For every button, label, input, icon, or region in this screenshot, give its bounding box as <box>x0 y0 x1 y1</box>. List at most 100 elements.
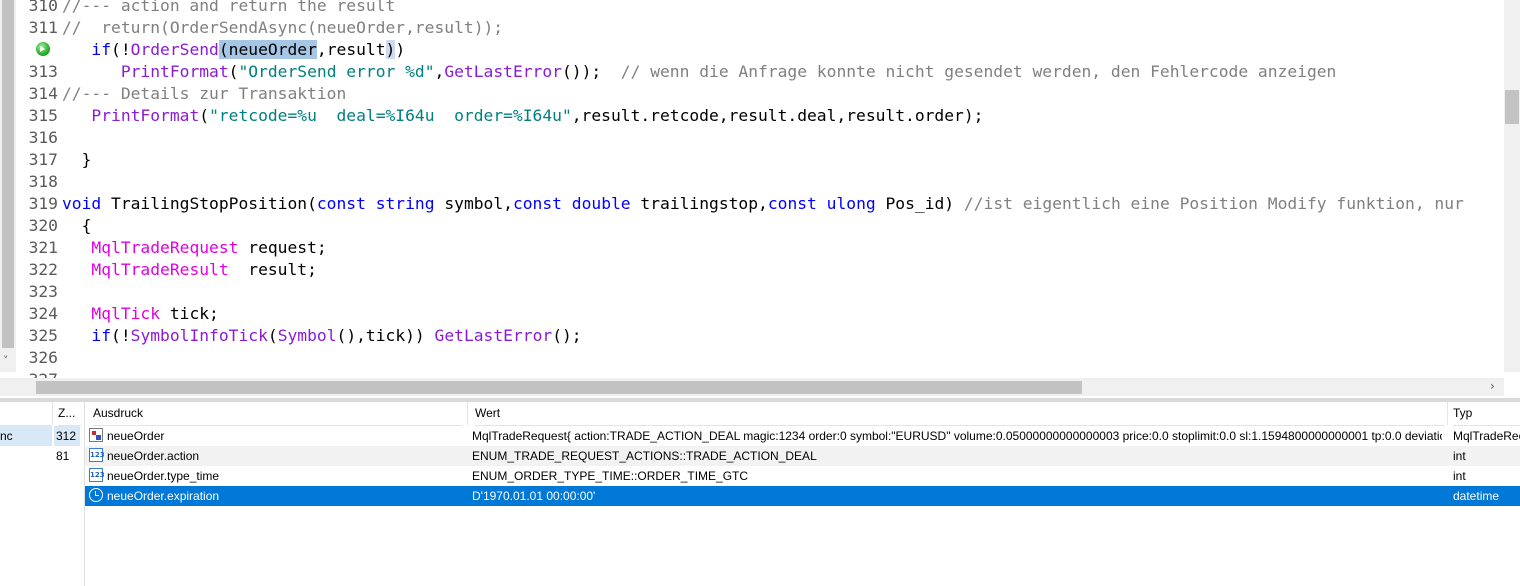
code-token: (! <box>111 40 131 59</box>
left-scrollbar-thumb[interactable] <box>2 0 14 348</box>
code-token: SymbolInfoTick <box>130 326 268 345</box>
code-area[interactable]: //--- action and return the result // ret… <box>62 0 1504 372</box>
code-token: trailingstop, <box>630 194 768 213</box>
code-token: symbol, <box>434 194 513 213</box>
code-token: } <box>62 150 92 169</box>
code-token: int <box>91 370 120 372</box>
code-token: ,result <box>316 40 386 59</box>
column-separator[interactable] <box>52 402 53 425</box>
code-editor[interactable]: 310 311 313 314 315 316 317 318 319 320 321 322 323 3… <box>0 0 1520 398</box>
watch-expression: neueOrder.action <box>107 449 200 463</box>
code-token: void <box>62 194 102 213</box>
watch-type: MqlTradeRec <box>1453 429 1520 443</box>
watch-row[interactable]: neueOrder.expiration D'1970.01.01 00:00:0… <box>85 486 1520 506</box>
code-token: ( <box>228 62 239 81</box>
code-line[interactable]: MqlTradeRequest request; <box>62 237 327 259</box>
code-token: MqlTradeRequest <box>91 238 239 257</box>
code-token: (neueOrder <box>218 40 317 59</box>
watch-row[interactable]: neueOrder MqlTradeRequest{ action:TRADE_A… <box>85 426 1520 446</box>
code-token: (),tick)) <box>336 326 435 345</box>
code-token: total= <box>121 370 190 372</box>
watch-value: D'1970.01.01 00:00:00' <box>472 489 596 503</box>
code-token: // Anzahl offenen Positionen <box>366 370 640 372</box>
watch-type: int <box>1453 469 1466 483</box>
code-token: //--- action and return the result <box>62 0 396 15</box>
callstack-line-number: 312 <box>54 426 80 446</box>
code-token: tick; <box>160 304 219 323</box>
code-token: ) <box>385 40 396 59</box>
code-token: OrderSend <box>130 40 219 59</box>
watch-type: int <box>1453 449 1466 463</box>
code-line[interactable]: } <box>62 149 92 171</box>
watch-panel: Ausdruck Wert Typ neueOrder MqlTradeReque… <box>85 402 1520 586</box>
code-line[interactable]: PrintFormat("OrderSend error %d",GetLast… <box>62 61 1337 83</box>
watch-expression: neueOrder.type_time <box>107 469 220 483</box>
code-line[interactable]: //--- Details zur Transaktion <box>62 83 346 105</box>
watch-value: MqlTradeRequest{ action:TRADE_ACTION_DEA… <box>472 429 1442 443</box>
column-separator[interactable] <box>467 402 468 425</box>
code-token: const <box>512 194 562 213</box>
vertical-scrollbar[interactable] <box>1504 0 1520 372</box>
code-line[interactable]: int total=PositionsTotal(); // Anzahl of… <box>62 369 640 372</box>
column-separator[interactable] <box>1447 402 1448 425</box>
watch-header-type[interactable]: Typ <box>1453 402 1520 426</box>
code-line[interactable]: if(!OrderSend(neueOrder,result)) <box>62 39 405 61</box>
code-token: GetLastError <box>444 62 562 81</box>
callstack-row[interactable]: 81 <box>0 446 84 466</box>
code-token: // return(OrderSendAsync(neueOrder,resul… <box>62 18 504 37</box>
watch-header-value[interactable]: Wert <box>475 402 1445 426</box>
code-token: TrailingStopPosition( <box>101 194 317 213</box>
code-token: PrintFormat <box>91 106 200 125</box>
callstack-header-name[interactable] <box>0 402 52 426</box>
code-line[interactable]: //--- action and return the result <box>62 0 395 17</box>
code-line[interactable]: { <box>62 215 92 237</box>
code-token: ulong <box>826 194 876 213</box>
watch-type: datetime <box>1453 489 1500 503</box>
struct-icon <box>89 428 103 442</box>
code-line[interactable]: if(!SymbolInfoTick(Symbol(),tick)) GetLa… <box>62 325 582 347</box>
scroll-down-arrow-icon[interactable]: ˅ <box>3 354 9 367</box>
watch-value: ENUM_TRADE_REQUEST_ACTIONS::TRADE_ACTION… <box>472 449 817 463</box>
code-token: ()); <box>561 62 621 81</box>
callstack-frame-name <box>0 446 52 466</box>
watch-header-expression[interactable]: Ausdruck <box>93 402 463 426</box>
code-token: string <box>375 194 435 213</box>
code-token: request; <box>238 238 327 257</box>
scroll-right-arrow-icon[interactable]: › <box>1490 379 1495 393</box>
horizontal-scrollbar-thumb[interactable] <box>36 381 1082 394</box>
watch-row[interactable]: 123 neueOrder.type_time ENUM_ORDER_TYPE_TI… <box>85 466 1520 486</box>
code-token: (); <box>327 370 366 372</box>
code-line[interactable]: PrintFormat("retcode=%u deal=%I64u order… <box>62 105 983 127</box>
code-token: (); <box>552 326 582 345</box>
code-token: if <box>91 326 112 345</box>
callstack-header-line[interactable]: Z... <box>58 402 82 426</box>
code-line[interactable]: MqlTradeResult result; <box>62 259 316 281</box>
code-line[interactable]: void TrailingStopPosition(const string s… <box>62 193 1464 215</box>
watch-expression: neueOrder <box>107 429 165 443</box>
code-token: PrintFormat <box>120 62 229 81</box>
code-token: ,result.retcode,result.deal,result.order… <box>571 106 984 125</box>
code-token: "retcode=%u deal=%I64u order=%I64u" <box>209 106 572 125</box>
watch-row[interactable]: 123 neueOrder.action ENUM_TRADE_REQUEST_AC… <box>85 446 1520 466</box>
code-token: const <box>316 194 366 213</box>
code-line[interactable]: // return(OrderSendAsync(neueOrder,resul… <box>62 17 503 39</box>
callstack-row[interactable]: nc 312 <box>0 426 84 446</box>
code-token: Pos_id) <box>875 194 964 213</box>
code-token: { <box>62 216 92 235</box>
code-token: const <box>767 194 817 213</box>
vertical-scrollbar-thumb[interactable] <box>1505 90 1519 124</box>
code-token: //--- Details zur Transaktion <box>62 84 347 103</box>
integer-icon: 123 <box>89 448 105 462</box>
code-token: "OrderSend error %d" <box>238 62 435 81</box>
code-line[interactable]: MqlTick tick; <box>62 303 219 325</box>
code-token: //ist eigentlich eine Position Modify fu… <box>963 194 1464 213</box>
code-token: // wenn die Anfrage konnte nicht gesende… <box>620 62 1337 81</box>
